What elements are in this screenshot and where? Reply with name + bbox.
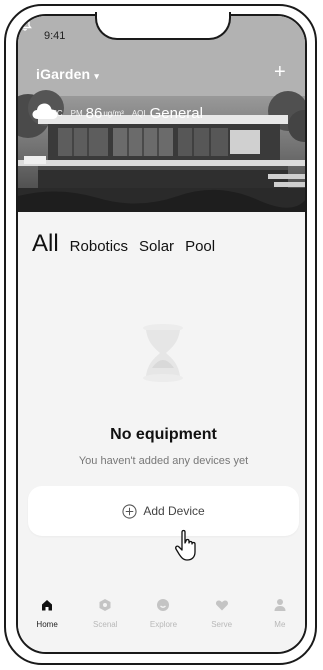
aqi-label: AQI — [131, 108, 146, 118]
explore-icon — [157, 599, 170, 611]
weather-bar: 26 °C PM 86 ug/m³ AQI General — [32, 102, 203, 124]
bell-icon[interactable] — [18, 16, 32, 32]
nav-home[interactable]: Home — [22, 588, 72, 652]
pm-unit: ug/m³ — [103, 108, 124, 118]
heart-icon — [215, 600, 228, 611]
phone-notch — [95, 12, 231, 40]
app-screen: 9:41 iGarden▾ + 26 °C PM 86 ug/m³ AQI Ge… — [16, 14, 307, 654]
nav-label-me: Me — [274, 620, 286, 629]
aqi-value: General — [149, 104, 203, 122]
tab-pool[interactable]: Pool — [185, 238, 215, 255]
hero-banner: 9:41 iGarden▾ + 26 °C PM 86 ug/m³ AQI Ge… — [18, 16, 305, 212]
tab-robotics[interactable]: Robotics — [70, 238, 128, 255]
nav-label-explore: Explore — [149, 620, 178, 629]
nav-me[interactable]: Me — [255, 588, 305, 652]
home-selector[interactable]: iGarden ▾ — [36, 66, 99, 82]
add-device-label: Add Device — [143, 504, 205, 518]
pm-value: 86 — [85, 104, 103, 122]
nav-explore[interactable]: Explore — [138, 588, 188, 652]
cloud-icon — [32, 103, 58, 119]
pm-label: PM — [70, 108, 83, 118]
caret-down-icon: ▾ — [94, 71, 100, 81]
nav-label-scenal: Scenal — [93, 620, 118, 629]
category-tabs: All Robotics Solar Pool — [32, 230, 226, 258]
person-icon — [274, 599, 286, 611]
pointer-hand-icon — [175, 529, 196, 561]
empty-state-title: No equipment — [110, 426, 217, 443]
home-name: iGarden — [36, 66, 91, 82]
hourglass-icon — [143, 324, 183, 382]
status-bar-time: 9:41 — [44, 30, 66, 42]
tab-solar[interactable]: Solar — [139, 238, 174, 255]
home-icon — [42, 600, 53, 611]
empty-state-subtitle: You haven't added any devices yet — [78, 455, 249, 467]
scene-icon — [99, 599, 111, 611]
nav-label-serve: Serve — [211, 620, 233, 629]
bottom-navigation: Home Scenal Explore Serve Me — [18, 588, 305, 652]
nav-label-home: Home — [36, 620, 58, 629]
tab-all[interactable]: All — [32, 230, 59, 258]
plus-circle-icon — [122, 503, 137, 519]
nav-scenal[interactable]: Scenal — [80, 588, 130, 652]
add-device-button[interactable]: Add Device — [28, 486, 299, 536]
add-icon[interactable]: + — [274, 62, 286, 82]
nav-serve[interactable]: Serve — [197, 588, 247, 652]
